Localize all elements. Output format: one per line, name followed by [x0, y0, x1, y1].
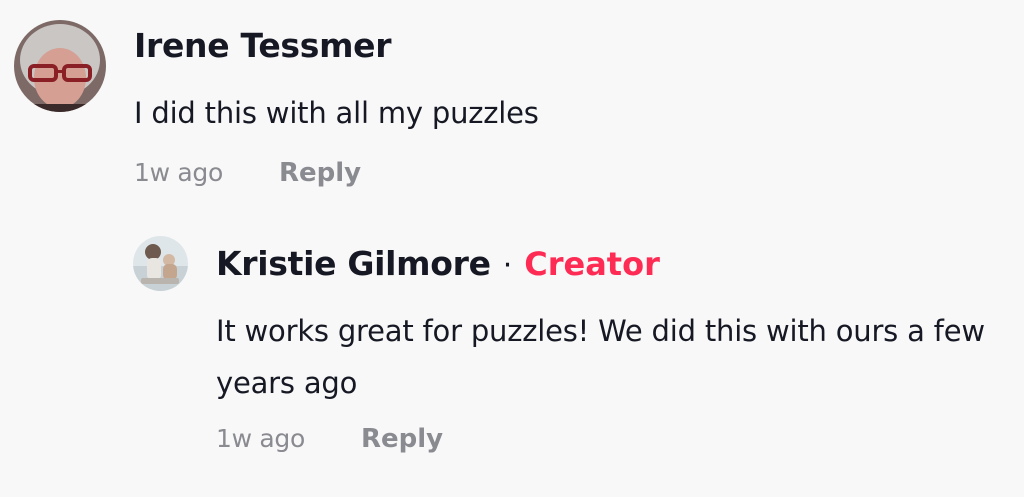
comment-timestamp: 1w ago [134, 158, 223, 187]
avatar-photo-icon [133, 236, 188, 291]
reply-meta: 1w ago Reply [216, 424, 443, 454]
comment-thread: Irene Tessmer I did this with all my puz… [0, 0, 1024, 497]
comment-header: Irene Tessmer [134, 26, 392, 65]
reply-timestamp: 1w ago [216, 424, 305, 453]
reply-text: It works great for puzzles! We did this … [216, 314, 985, 400]
reply-author[interactable]: Kristie Gilmore [216, 244, 491, 283]
separator-dot: · [502, 248, 513, 283]
reply-button[interactable]: Reply [279, 158, 361, 188]
reply-button[interactable]: Reply [361, 424, 443, 454]
comment-text: I did this with all my puzzles [134, 96, 539, 130]
comment-author[interactable]: Irene Tessmer [134, 26, 392, 65]
avatar-photo-icon [14, 20, 106, 112]
comment-meta: 1w ago Reply [134, 158, 361, 188]
creator-badge: Creator [524, 245, 660, 283]
reply-header: Kristie Gilmore · Creator [216, 244, 660, 283]
avatar[interactable] [133, 236, 188, 291]
avatar[interactable] [14, 20, 106, 112]
